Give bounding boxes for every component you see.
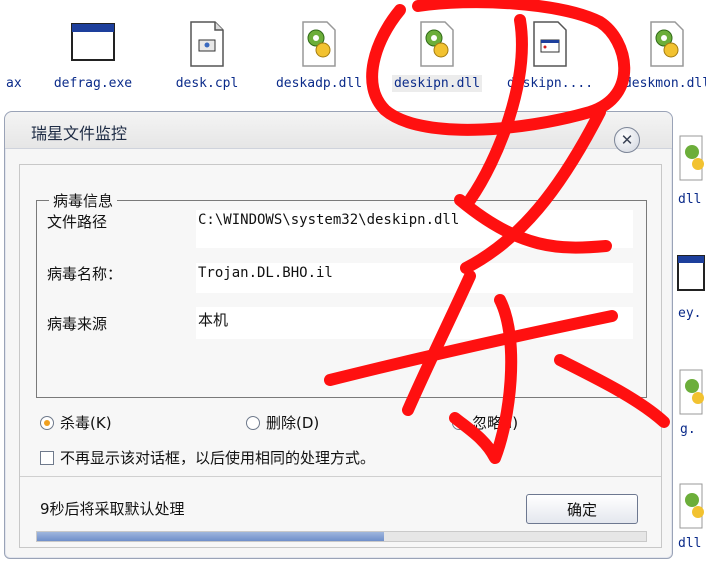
option-label: 忽略(I): [472, 414, 519, 432]
option-label: 杀毒(K): [60, 414, 112, 432]
dialog-title: 瑞星文件监控: [31, 124, 128, 143]
group-title: 病毒信息: [49, 190, 118, 211]
file-label: deskipn.dll: [391, 75, 483, 92]
remember-choice[interactable]: 不再显示该对话框，以后使用相同的处理方式。: [40, 447, 375, 468]
title-bar[interactable]: 瑞星文件监控: [5, 112, 672, 149]
close-icon: ✕: [620, 130, 634, 149]
radio-selected[interactable]: [40, 415, 54, 430]
file-label-partial[interactable]: dll: [678, 536, 701, 551]
checkbox-label: 不再显示该对话框，以后使用相同的处理方式。: [60, 449, 376, 467]
dll-gear-icon: [302, 21, 336, 67]
file-label: defrag.exe: [53, 76, 133, 91]
dialog-content: 病毒信息 文件路径 C:\WINDOWS\system32\deskipn.dl…: [19, 164, 662, 548]
dll-gear-icon: [679, 369, 704, 415]
countdown-text: 9秒后将采取默认处理: [40, 500, 185, 518]
virus-info-group: 病毒信息 文件路径 C:\WINDOWS\system32\deskipn.dl…: [36, 190, 647, 398]
option-delete[interactable]: 删除(D): [246, 412, 319, 433]
dll-gear-icon: [679, 135, 704, 181]
file-label: deskadp.dll: [275, 76, 363, 91]
file-label-wrap: deskipn.dll: [382, 75, 492, 92]
virus-name-value: Trojan.DL.BHO.il: [196, 263, 633, 293]
option-label: 删除(D): [266, 414, 320, 432]
file-desk-cpl[interactable]: desk.cpl: [152, 16, 262, 96]
file-label-partial[interactable]: g.: [680, 422, 696, 437]
radio[interactable]: [246, 415, 260, 430]
window-exe-icon: [71, 23, 115, 61]
close-button[interactable]: ✕: [614, 127, 640, 153]
ok-button[interactable]: 确定: [526, 494, 638, 524]
dll-gear-icon: [650, 21, 684, 67]
window-file-icon: [677, 255, 705, 291]
dll-gear-icon: [420, 21, 454, 67]
virus-source-value: 本机: [196, 307, 633, 339]
control-panel-file-icon: [190, 21, 224, 67]
progress-fill: [37, 532, 385, 541]
file-label: desk.cpl: [175, 76, 239, 91]
dll-gear-icon: [679, 483, 704, 529]
file-label-partial[interactable]: dll: [678, 192, 701, 207]
file-deskmon-dll[interactable]: deskmon.dll: [612, 16, 706, 96]
file-deskipn-dll[interactable]: deskipn.dll: [382, 16, 492, 96]
virus-source-label: 病毒来源: [47, 315, 108, 333]
radio[interactable]: [452, 415, 466, 430]
virus-name-label: 病毒名称：: [47, 265, 123, 283]
file-deskadp-dll[interactable]: deskadp.dll: [264, 16, 374, 96]
file-label-ax[interactable]: ax: [6, 76, 22, 91]
countdown-progress-bar: [36, 531, 647, 542]
checkbox[interactable]: [40, 450, 54, 465]
virus-alert-dialog: 瑞星文件监控 ✕ 病毒信息 文件路径 C:\WINDOWS\system32\d…: [4, 111, 673, 559]
file-deskipn-other[interactable]: deskipn....: [495, 16, 605, 96]
file-label: deskmon.dll: [623, 76, 706, 91]
file-path-value: C:\WINDOWS\system32\deskipn.dll: [196, 210, 633, 248]
file-path-label: 文件路径: [47, 213, 108, 231]
option-ignore[interactable]: 忽略(I): [452, 412, 518, 433]
file-label: deskipn....: [506, 76, 594, 91]
file-defrag-exe[interactable]: defrag.exe: [38, 16, 148, 96]
divider: [20, 476, 661, 477]
option-kill[interactable]: 杀毒(K): [40, 412, 112, 433]
document-window-icon: [533, 21, 567, 67]
file-label-partial[interactable]: ey.: [678, 306, 701, 321]
